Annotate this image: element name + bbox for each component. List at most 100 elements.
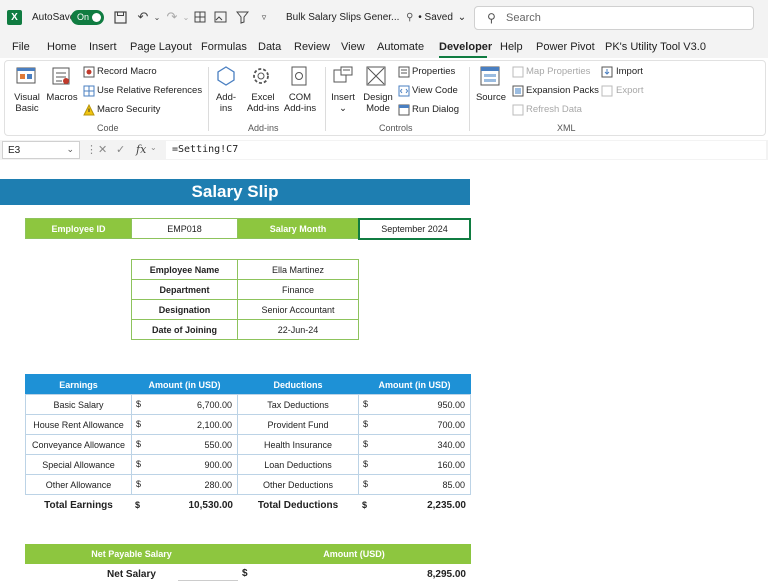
visual-basic-button[interactable]: Visual Basic <box>10 92 44 114</box>
view-code-button[interactable]: View Code <box>412 85 458 96</box>
enter-icon[interactable]: ✓ <box>116 143 125 156</box>
detail-label[interactable]: Department <box>131 279 238 300</box>
more-options-icon[interactable]: ⋮ <box>86 143 97 156</box>
undo-dropdown-icon[interactable]: ⌄ <box>149 9 165 25</box>
tab-review[interactable]: Review <box>294 41 330 53</box>
record-macro-button[interactable]: Record Macro <box>97 66 157 77</box>
save-icon[interactable] <box>112 9 128 25</box>
deduction-amount-cell[interactable]: $85.00 <box>358 474 471 495</box>
deduction-amount-cell[interactable]: $700.00 <box>358 414 471 435</box>
earning-amount-cell[interactable]: $900.00 <box>131 454 238 475</box>
design-mode-icon <box>365 65 387 87</box>
add-ins-label-1: Add- <box>215 92 237 103</box>
picture-icon[interactable] <box>212 9 228 25</box>
deduction-name[interactable]: Tax Deductions <box>237 394 359 415</box>
table-header-earnings[interactable]: Earnings <box>25 374 132 395</box>
expansion-packs-button[interactable]: Expansion Packs <box>526 85 599 96</box>
add-ins-button[interactable]: Add- ins <box>211 92 241 114</box>
earning-name[interactable]: Special Allowance <box>25 454 132 475</box>
earning-amount-cell[interactable]: $6,700.00 <box>131 394 238 415</box>
use-relative-references-button[interactable]: Use Relative References <box>97 85 202 96</box>
tab-pk-utility-tool[interactable]: PK's Utility Tool V3.0 <box>605 41 706 53</box>
tab-automate[interactable]: Automate <box>377 41 424 53</box>
tab-developer[interactable]: Developer <box>439 41 492 53</box>
net-amount-header[interactable]: Amount (USD) <box>237 544 471 564</box>
worksheet-grid[interactable]: Salary Slip Employee ID EMP018 Salary Mo… <box>0 162 768 588</box>
detail-label[interactable]: Employee Name <box>131 259 238 280</box>
total-earnings-label[interactable]: Total Earnings <box>25 494 132 516</box>
insert-function-icon[interactable]: fx <box>136 143 146 156</box>
deduction-amount-cell[interactable]: $950.00 <box>358 394 471 415</box>
macro-security-button[interactable]: Macro Security <box>97 104 160 115</box>
borders-icon[interactable] <box>192 9 208 25</box>
search-input[interactable]: ⚲ Search <box>474 6 754 30</box>
detail-label[interactable]: Designation <box>131 299 238 320</box>
deduction-name[interactable]: Health Insurance <box>237 434 359 455</box>
tab-file[interactable]: File <box>12 41 30 53</box>
detail-value[interactable]: Finance <box>237 279 359 300</box>
name-box[interactable]: E3 ⌄ <box>2 141 80 159</box>
refresh-data-button[interactable]: Refresh Data <box>526 104 582 115</box>
detail-value[interactable]: 22-Jun-24 <box>237 319 359 340</box>
xml-source-button[interactable]: Source <box>473 92 509 103</box>
com-add-ins-button[interactable]: COM Add-ins <box>282 92 318 114</box>
deduction-name[interactable]: Provident Fund <box>237 414 359 435</box>
tab-home[interactable]: Home <box>47 41 76 53</box>
cell-reference: E3 <box>8 145 21 156</box>
tab-power-pivot[interactable]: Power Pivot <box>536 41 595 53</box>
tab-view[interactable]: View <box>341 41 365 53</box>
employee-id-value[interactable]: EMP018 <box>131 218 238 239</box>
detail-label[interactable]: Date of Joining <box>131 319 238 340</box>
deduction-amount-cell[interactable]: $340.00 <box>358 434 471 455</box>
table-header-earnings-amount[interactable]: Amount (in USD) <box>131 374 238 395</box>
run-dialog-button[interactable]: Run Dialog <box>412 104 459 115</box>
earning-amount-cell[interactable]: $550.00 <box>131 434 238 455</box>
formula-input[interactable]: =Setting!C7 <box>166 141 766 159</box>
chevron-down-icon: ⌄ <box>66 144 74 154</box>
insert-controls-button[interactable]: Insert ⌄ <box>327 92 359 114</box>
tab-help[interactable]: Help <box>500 41 523 53</box>
tab-page-layout[interactable]: Page Layout <box>130 41 192 53</box>
earning-amount-cell[interactable]: $2,100.00 <box>131 414 238 435</box>
net-salary-cell[interactable]: $8,295.00 <box>237 564 471 584</box>
sheet-tab[interactable] <box>178 580 238 588</box>
salary-month-value[interactable]: September 2024 <box>358 218 471 240</box>
earning-name[interactable]: Conveyance Allowance <box>25 434 132 455</box>
total-deductions-value: 2,235.00 <box>427 500 466 511</box>
detail-value[interactable]: Senior Accountant <box>237 299 359 320</box>
earning-name[interactable]: House Rent Allowance <box>25 414 132 435</box>
total-deductions-label[interactable]: Total Deductions <box>237 494 359 516</box>
salary-slip-title[interactable]: Salary Slip <box>0 179 470 205</box>
autosave-toggle[interactable]: On <box>71 10 104 25</box>
table-header-deductions[interactable]: Deductions <box>237 374 359 395</box>
table-header-deductions-amount[interactable]: Amount (in USD) <box>358 374 471 395</box>
chevron-down-icon[interactable]: ⌄ <box>150 143 157 152</box>
net-payable-salary-header[interactable]: Net Payable Salary <box>25 544 238 564</box>
import-button[interactable]: Import <box>616 66 643 77</box>
deduction-name[interactable]: Other Deductions <box>237 474 359 495</box>
total-deductions-cell[interactable]: $2,235.00 <box>358 494 471 516</box>
cancel-icon[interactable]: ✕ <box>98 143 107 156</box>
tab-formulas[interactable]: Formulas <box>201 41 247 53</box>
export-button[interactable]: Export <box>616 85 643 96</box>
properties-button[interactable]: Properties <box>412 66 455 77</box>
deduction-amount-cell[interactable]: $160.00 <box>358 454 471 475</box>
earning-name[interactable]: Other Allowance <box>25 474 132 495</box>
gear-icon <box>250 65 272 87</box>
customize-toolbar-icon[interactable]: ▿ <box>256 9 272 25</box>
employee-id-label[interactable]: Employee ID <box>25 218 132 239</box>
earning-amount-cell[interactable]: $280.00 <box>131 474 238 495</box>
macros-button[interactable]: Macros <box>45 92 79 103</box>
tab-data[interactable]: Data <box>258 41 281 53</box>
tab-insert[interactable]: Insert <box>89 41 117 53</box>
design-mode-button[interactable]: Design Mode <box>360 92 396 114</box>
map-properties-button[interactable]: Map Properties <box>526 66 590 77</box>
earning-name[interactable]: Basic Salary <box>25 394 132 415</box>
salary-month-label[interactable]: Salary Month <box>237 218 359 239</box>
detail-value[interactable]: Ella Martinez <box>237 259 359 280</box>
document-title[interactable]: Bulk Salary Slips Gener... ⚲ • Saved ⌄ <box>286 12 466 23</box>
filter-icon[interactable] <box>234 9 250 25</box>
total-earnings-cell[interactable]: $10,530.00 <box>131 494 238 516</box>
deduction-name[interactable]: Loan Deductions <box>237 454 359 475</box>
excel-add-ins-button[interactable]: Excel Add-ins <box>245 92 281 114</box>
